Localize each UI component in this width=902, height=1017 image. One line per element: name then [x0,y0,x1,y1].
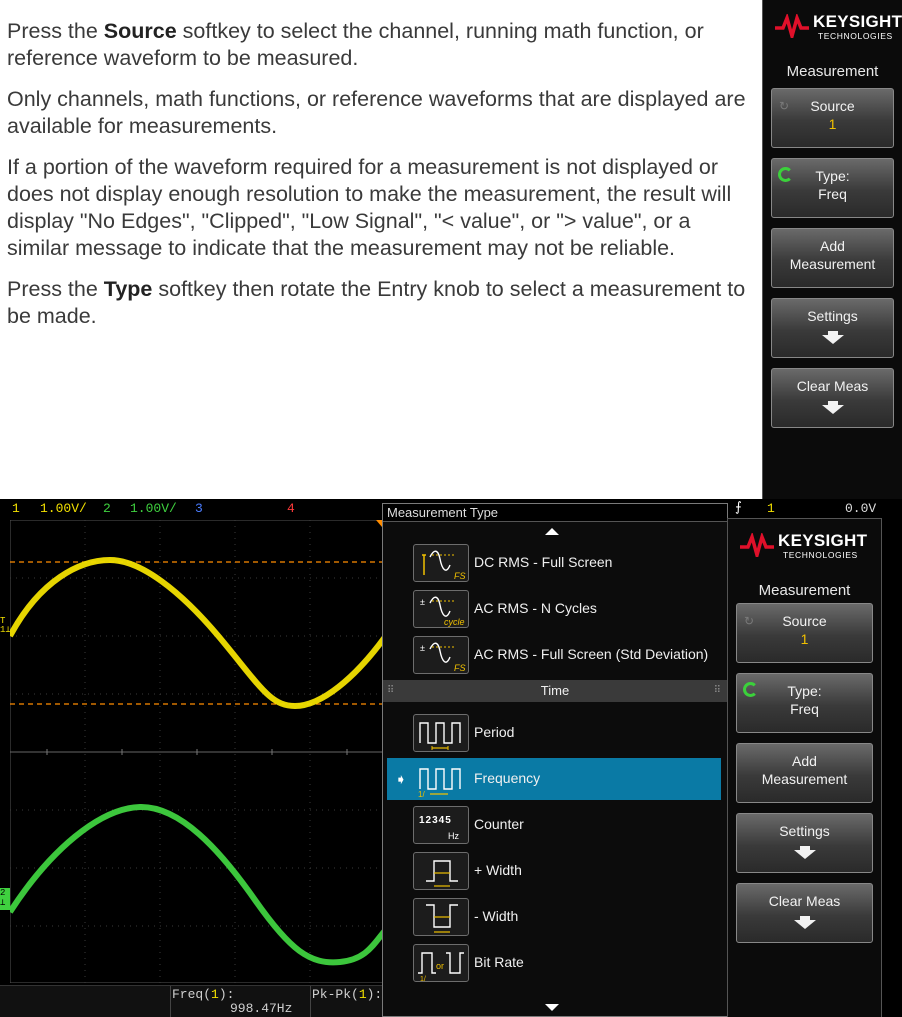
measurement-type-title: Measurement Type [383,504,727,522]
source-keyword: Source [103,19,177,43]
svg-text:1/: 1/ [420,976,426,983]
period-icon [413,714,469,752]
entry-knob-active-icon [743,682,758,697]
svg-text:cycle: cycle [444,617,465,627]
plus-width-icon [413,852,469,890]
svg-text:FS: FS [454,663,466,673]
list-item[interactable]: or 1/ Bit Rate [387,942,721,984]
list-item[interactable]: ± FS AC RMS - Full Screen (Std Deviation) [387,634,721,676]
keysight-wave-icon [740,533,774,557]
svg-text:FS: FS [454,571,466,581]
type-softkey[interactable]: Type: Freq [771,158,894,218]
keysight-logo: KEYSIGHT TECHNOLOGIES [728,527,881,573]
svg-text:Hz: Hz [448,831,459,841]
counter-icon: 12345 Hz [413,806,469,844]
frequency-icon: 1/ [413,760,469,799]
source-softkey[interactable]: ↻ Source 1 [771,88,894,148]
manual-text: Press the Source softkey to select the c… [7,18,747,344]
type-value: Freq [790,701,819,717]
trigger-status[interactable]: ⨍ 1 0.0V [727,499,902,518]
bit-rate-icon: or 1/ [413,944,469,983]
paragraph-available: Only channels, math functions, or refere… [7,87,746,138]
ch2-scale[interactable]: 1.00V/ [130,501,177,516]
list-item[interactable]: 12345 Hz Counter [387,804,721,846]
ch2-number[interactable]: 2 [103,501,111,516]
paragraph-source: Press the Source softkey to select the c… [7,19,704,70]
trigger-edge-icon: ⨍ [735,500,742,515]
keysight-logo: KEYSIGHT TECHNOLOGIES [763,8,902,54]
ch1-number[interactable]: 1 [12,501,20,516]
settings-softkey[interactable]: Settings [736,813,873,873]
type-keyword: Type [103,277,153,301]
minus-width-icon [413,898,469,936]
ac-rms-fs-icon: ± FS [413,636,469,674]
add-measurement-softkey[interactable]: Add Measurement [736,743,873,803]
entry-knob-icon: ↻ [744,614,755,628]
meas2-label: Pk-Pk(1): [312,987,383,1002]
section-header-time: ⠿ Time ⠿ [383,680,727,702]
clear-meas-softkey[interactable]: Clear Meas [771,368,894,428]
type-softkey[interactable]: Type: Freq [736,673,873,733]
measurement-type-list[interactable]: Measurement Type FS DC RMS - Full Screen… [382,503,728,1017]
dc-rms-fs-icon: FS [413,544,469,582]
clear-meas-softkey[interactable]: Clear Meas [736,883,873,943]
entry-knob-active-icon [778,167,793,182]
scroll-down-icon[interactable] [545,1004,559,1011]
list-item[interactable]: FS DC RMS - Full Screen [387,542,721,584]
svg-text:or: or [436,961,444,971]
source-value: 1 [800,631,809,647]
scroll-up-icon[interactable] [545,528,559,535]
ch4-number[interactable]: 4 [287,501,295,516]
svg-text:±: ± [420,597,425,607]
svg-text:12345: 12345 [419,815,452,826]
svg-text:1/: 1/ [418,790,425,799]
ch2-ground-marker[interactable]: 2 ⊥ [0,888,10,910]
list-item[interactable]: ± cycle AC RMS - N Cycles [387,588,721,630]
meas1-label: Freq(1): [172,987,235,1002]
source-value: 1 [828,116,837,132]
list-item[interactable]: + Width [387,850,721,892]
keysight-wave-icon [775,14,809,38]
softkey-panel-bottom: KEYSIGHT TECHNOLOGIES Measurement ↻ Sour… [727,518,882,1017]
waveform-graticule[interactable] [10,520,390,983]
paragraph-type: Press the Type softkey then rotate the E… [7,277,746,328]
menu-title: Measurement [758,582,851,599]
list-item-selected[interactable]: ➧ 1/ Frequency [387,758,721,800]
meas1-value: 998.47Hz [230,1001,293,1016]
selection-arrow-icon: ➧ [395,771,407,787]
add-measurement-softkey[interactable]: Add Measurement [771,228,894,288]
list-item[interactable]: Period [387,712,721,754]
ch1-scale[interactable]: 1.00V/ [40,501,87,516]
paragraph-portion: If a portion of the waveform required fo… [7,155,732,260]
type-value: Freq [818,186,847,202]
menu-title: Measurement [786,63,879,80]
settings-softkey[interactable]: Settings [771,298,894,358]
ch1-ground-marker[interactable]: T 1⊥ [0,617,11,643]
source-softkey[interactable]: ↻ Source 1 [736,603,873,663]
entry-knob-icon: ↻ [779,99,790,113]
softkey-panel-top: KEYSIGHT TECHNOLOGIES Measurement ↻ Sour… [762,0,902,508]
list-item[interactable]: - Width [387,896,721,938]
ch3-number[interactable]: 3 [195,501,203,516]
ac-rms-cycle-icon: ± cycle [413,590,469,628]
svg-text:±: ± [420,643,425,653]
